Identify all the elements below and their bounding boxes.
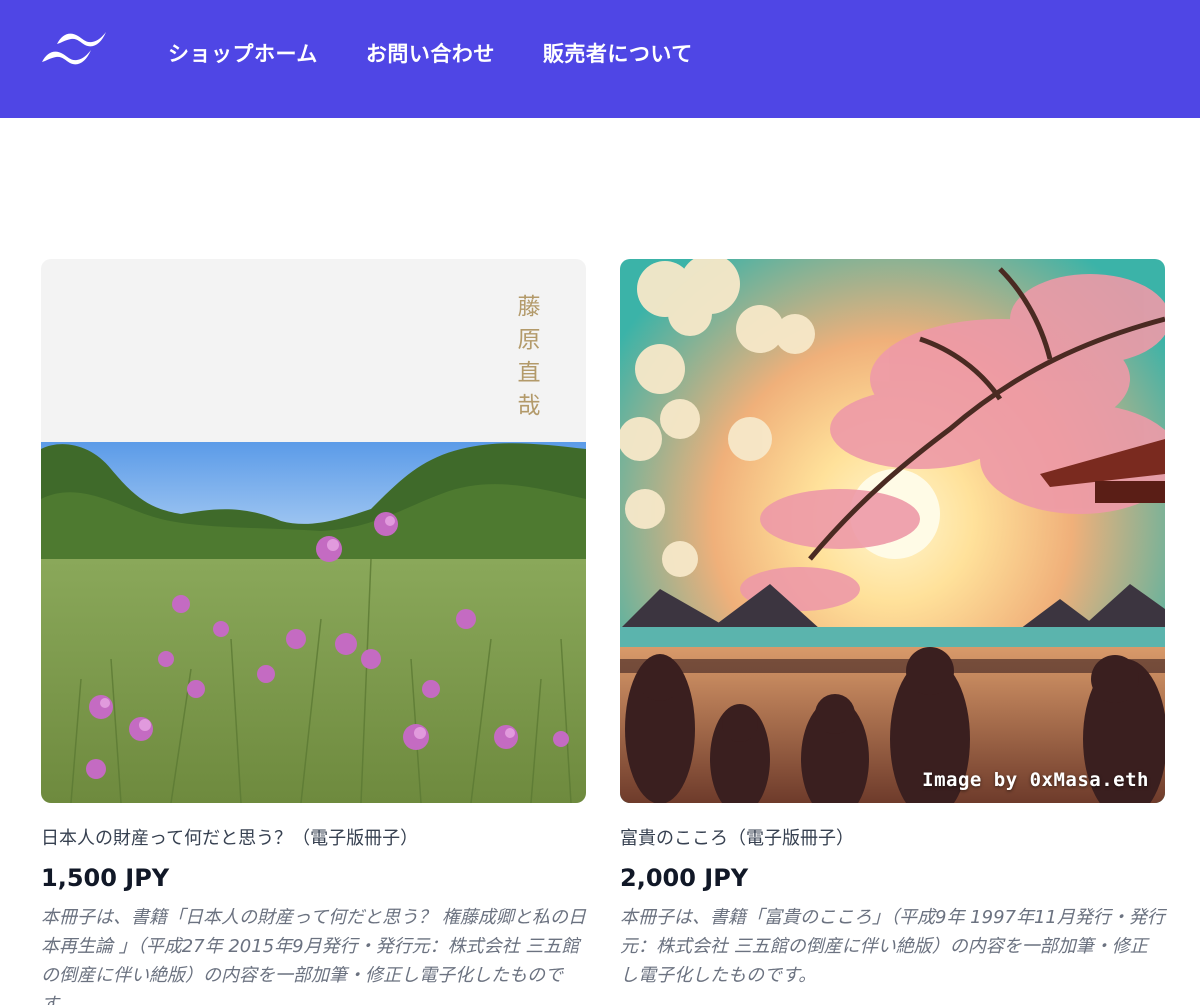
cover-author-name: 藤原直哉: [517, 294, 541, 419]
nav-about-seller[interactable]: 販売者について: [543, 38, 693, 68]
product-description: 本冊子は、書籍「日本人の財産って何だと思う？ 権藤成卿と私の日本再生論 」（平成…: [41, 907, 586, 1005]
product-image[interactable]: Image by 0xMasa.eth: [620, 259, 1165, 803]
image-credit: Image by 0xMasa.eth: [922, 769, 1149, 791]
nav-shop-home[interactable]: ショップホーム: [168, 38, 318, 68]
nav-contact[interactable]: お問い合わせ: [366, 38, 495, 68]
product-card[interactable]: Image by 0xMasa.eth 富貴のこころ（電子版冊子） 2,000 …: [620, 259, 1165, 991]
product-title[interactable]: 日本人の財産って何だと思う？（電子版冊子）: [41, 827, 586, 850]
product-description: 本冊子は、書籍「富貴のこころ」（平成9年 1997年11月発行・発行元：株式会社…: [620, 907, 1165, 986]
wave-logo-icon[interactable]: [40, 30, 110, 74]
product-title[interactable]: 富貴のこころ（電子版冊子）: [620, 827, 1165, 850]
product-price: 2,000 JPY: [620, 864, 749, 893]
product-price: 1,500 JPY: [41, 864, 170, 893]
product-image[interactable]: 藤原直哉: [41, 259, 586, 803]
main-nav: ショップホーム お問い合わせ 販売者について: [168, 0, 693, 106]
top-header: ショップホーム お問い合わせ 販売者について: [0, 0, 1200, 118]
product-card[interactable]: 藤原直哉 日本人の財産って何だと思う？（電子版冊子） 1,500 JPY 本冊子…: [41, 259, 586, 1005]
